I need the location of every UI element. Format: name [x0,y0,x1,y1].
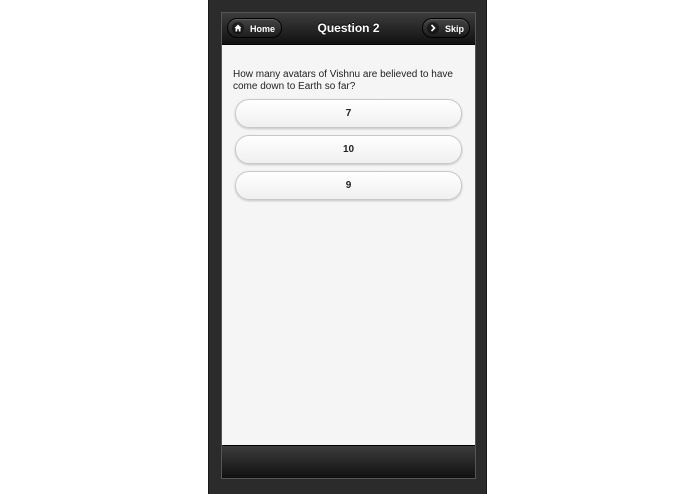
skip-button-label: Skip [445,24,465,34]
chevron-right-icon [427,22,439,34]
answer-option-3[interactable]: 9 [235,171,462,200]
question-content: How many avatars of Vishnu are believed … [233,69,463,207]
app-screen: Home Question 2 Skip How many avatars of… [221,12,476,479]
device-frame: Home Question 2 Skip How many avatars of… [208,0,487,494]
answer-option-2[interactable]: 10 [235,135,462,164]
skip-button[interactable]: Skip [422,18,470,38]
header-bar: Home Question 2 Skip [222,13,475,45]
footer-bar [222,445,475,478]
question-text: How many avatars of Vishnu are believed … [233,69,453,92]
answer-option-1[interactable]: 7 [235,99,462,128]
